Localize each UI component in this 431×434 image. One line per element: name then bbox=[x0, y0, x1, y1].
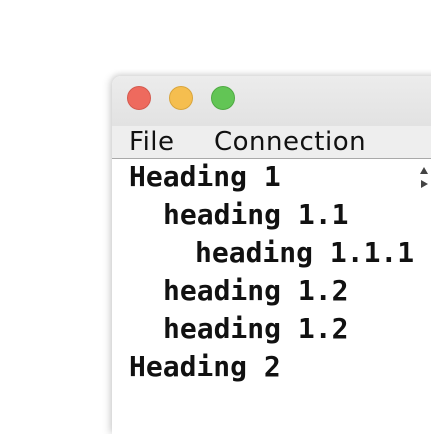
split-pane-divider[interactable] bbox=[418, 158, 430, 434]
outline-item-heading-2[interactable]: Heading 2 bbox=[129, 349, 281, 385]
menu-connection[interactable]: Connection bbox=[214, 126, 366, 158]
close-button[interactable] bbox=[127, 86, 151, 110]
menu-bar: File Connection bbox=[112, 126, 431, 158]
title-bar[interactable] bbox=[112, 76, 431, 126]
outline-item-heading-1-1-1[interactable]: heading 1.1.1 bbox=[195, 235, 414, 271]
maximize-button[interactable] bbox=[211, 86, 235, 110]
menu-file[interactable]: File bbox=[129, 126, 175, 158]
outline-pane: Heading 1 heading 1.1 heading 1.1.1 head… bbox=[112, 158, 431, 434]
outline-item-heading-1-2[interactable]: heading 1.2 bbox=[163, 273, 348, 309]
arrow-right-icon[interactable] bbox=[421, 180, 428, 188]
app-window: File Connection Heading 1 heading 1.1 he… bbox=[112, 76, 431, 434]
arrow-up-icon[interactable] bbox=[420, 167, 428, 174]
outline-item-heading-1-1[interactable]: heading 1.1 bbox=[163, 197, 348, 233]
desktop: File Connection Heading 1 heading 1.1 he… bbox=[0, 0, 431, 434]
minimize-button[interactable] bbox=[169, 86, 193, 110]
outline-item-heading-1[interactable]: Heading 1 bbox=[129, 159, 281, 195]
outline-item-heading-1-2-duplicate[interactable]: heading 1.2 bbox=[163, 311, 348, 347]
